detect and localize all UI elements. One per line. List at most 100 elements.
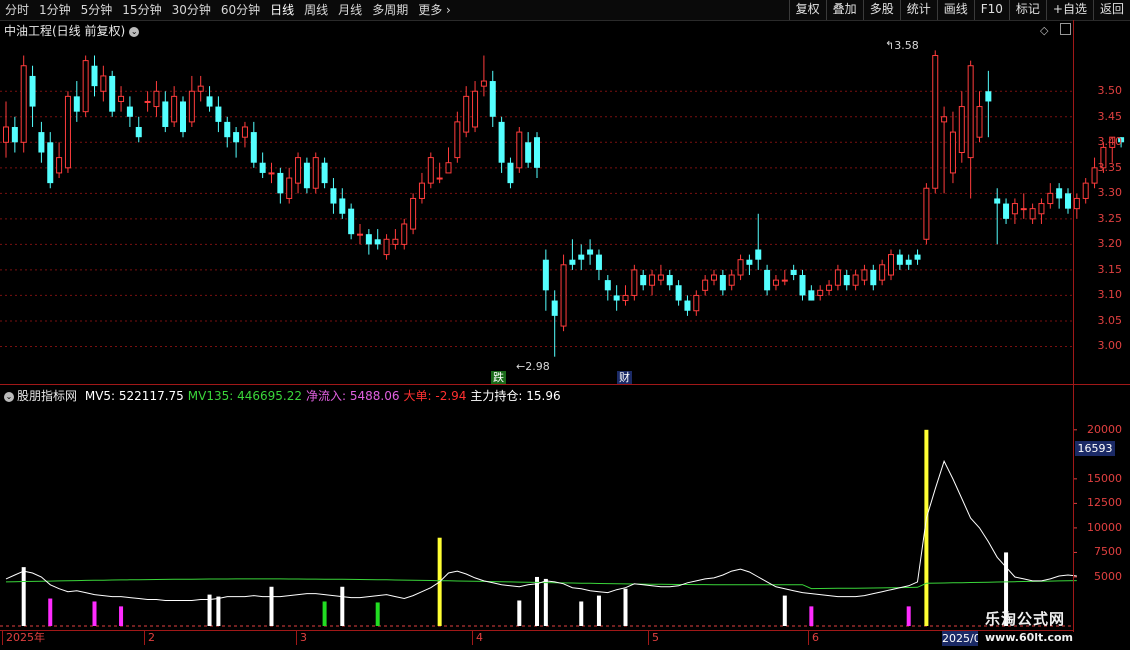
candle-body <box>1065 193 1071 209</box>
candle-body <box>746 259 753 265</box>
candle-body <box>941 116 948 123</box>
candle-body <box>675 285 682 301</box>
indicator-bar <box>269 586 274 626</box>
candle-body <box>852 274 859 286</box>
candle-body <box>817 289 824 296</box>
candle-body <box>755 249 762 260</box>
price-axis-label: 3.30 <box>1097 186 1123 200</box>
candle-body <box>480 80 487 87</box>
candle-body <box>250 132 257 163</box>
candle-body <box>949 131 956 174</box>
candle-body <box>365 234 372 245</box>
indicator-bar <box>596 595 601 626</box>
candle-body <box>445 162 452 174</box>
indicator-axis-label: 20000 <box>1087 422 1122 436</box>
candle-body <box>932 55 939 189</box>
candle-body <box>790 269 797 276</box>
candle-body <box>905 259 912 265</box>
candle-body <box>339 198 346 214</box>
candle-body <box>861 269 868 281</box>
candle-body <box>896 254 903 265</box>
candle-body <box>719 275 726 291</box>
candle-body <box>560 264 567 327</box>
candle-body <box>463 95 470 133</box>
candle-body <box>1020 208 1027 211</box>
candle-body <box>82 60 89 113</box>
candle-body <box>1073 197 1080 210</box>
candle-body <box>826 284 833 291</box>
price-chart[interactable] <box>0 0 1130 650</box>
candle-body <box>241 126 248 138</box>
candle-body <box>295 157 302 184</box>
indicator-bar <box>809 606 814 626</box>
event-marker-die[interactable]: 跌 <box>491 371 506 384</box>
candle-body <box>126 106 133 117</box>
candle-body <box>772 279 779 286</box>
candle-body <box>525 142 532 163</box>
candle-body <box>197 85 204 92</box>
candle-body <box>958 106 965 154</box>
candle-body <box>613 295 620 301</box>
candle-body <box>737 259 744 276</box>
indicator-axis-label: 7500 <box>1094 545 1122 559</box>
candle-body <box>764 269 771 291</box>
candle-body <box>507 162 514 184</box>
candle-body <box>224 121 231 138</box>
candle-body <box>923 187 930 240</box>
candle-body <box>711 274 717 281</box>
candle-body <box>3 126 9 143</box>
chevron-down-icon[interactable]: ⌄ <box>4 391 14 402</box>
candle-body <box>578 254 585 260</box>
diamond-icon[interactable]: ◇ <box>1040 24 1048 37</box>
candle-body <box>489 81 496 117</box>
candle-body <box>622 294 629 302</box>
indicator-bar <box>543 578 548 626</box>
candle-body <box>684 300 691 311</box>
candle-body <box>870 269 877 286</box>
candle-body <box>215 106 222 122</box>
candle-body <box>781 279 788 282</box>
candle-body <box>392 238 399 245</box>
candle-body <box>967 65 974 159</box>
candle-body <box>808 290 815 301</box>
panel-toggle-icon[interactable] <box>1060 23 1071 35</box>
stock-title[interactable]: 中油工程(日线 前复权) ⌄ <box>4 22 140 39</box>
indicator-bar <box>782 595 787 626</box>
indicator-fields: MV5: 522117.75 MV135: 446695.22 净流入: 5488.… <box>85 389 565 403</box>
time-axis-label: 2 <box>144 631 155 645</box>
candle-body <box>985 91 992 102</box>
mv135-line <box>5 578 1077 590</box>
candle-body <box>799 275 806 296</box>
indicator-bar <box>92 601 97 626</box>
pane-divider[interactable] <box>0 384 1130 385</box>
indicator-bar <box>48 598 53 626</box>
price-axis-label: 3.10 <box>1097 288 1123 302</box>
indicator-field: 大单: -2.94 <box>403 389 467 403</box>
candle-body <box>206 96 213 107</box>
candle-body <box>843 275 850 286</box>
indicator-bar <box>322 601 327 626</box>
candle-body <box>29 75 36 107</box>
high-price-label: ↰3.58 <box>885 39 919 52</box>
candle-body <box>268 172 275 175</box>
candle-body <box>888 254 894 276</box>
candle-body <box>118 95 125 102</box>
price-axis-label: 3.35 <box>1097 160 1123 174</box>
chevron-down-icon[interactable]: ⌄ <box>129 26 140 37</box>
candle-body <box>135 126 142 138</box>
indicator-axis-label: 10000 <box>1087 520 1122 534</box>
candle-body <box>542 259 549 291</box>
event-marker-cai[interactable]: 财 <box>617 371 632 384</box>
candle-body <box>1029 208 1036 220</box>
indicator-bar <box>119 606 124 626</box>
indicator-bar <box>340 586 345 626</box>
indicator-axis-label: 12500 <box>1087 496 1122 510</box>
candle-body <box>436 177 443 180</box>
candle-body <box>1047 192 1054 205</box>
indicator-bar <box>579 601 584 626</box>
current-date-badge: 2025/0 <box>942 631 978 646</box>
price-axis-label: 3.15 <box>1097 262 1123 276</box>
candle-body <box>834 269 841 286</box>
indicator-name[interactable]: 股朋指标网 <box>17 389 77 403</box>
candle-body <box>153 90 160 108</box>
